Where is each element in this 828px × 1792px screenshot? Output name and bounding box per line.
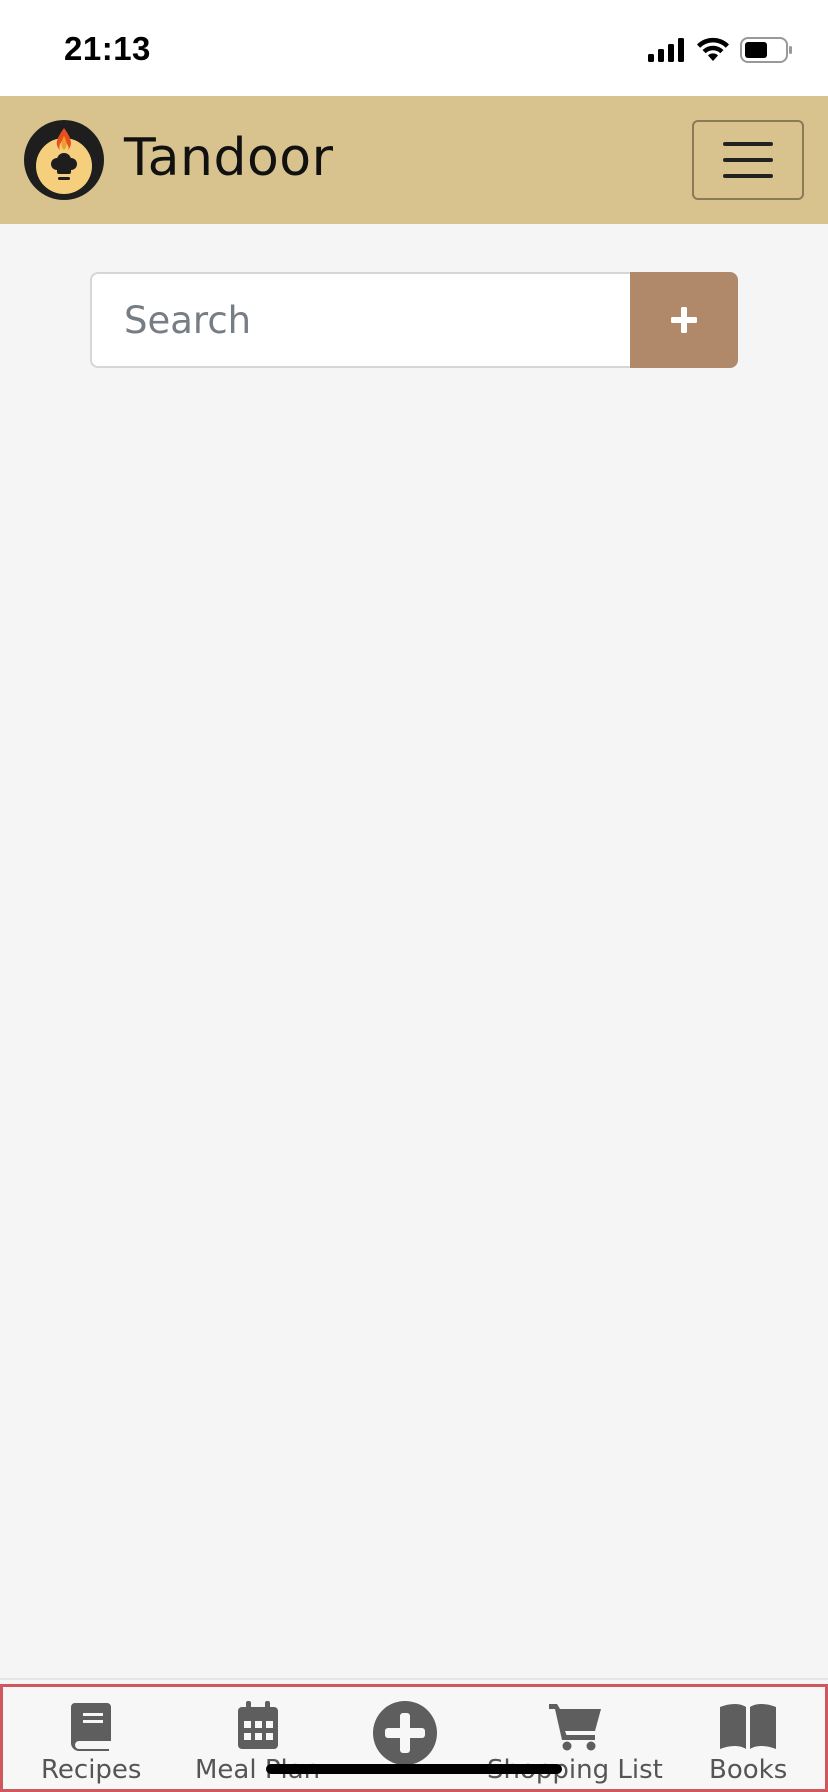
status-time: 21:13	[64, 30, 151, 67]
hamburger-icon-bar	[723, 158, 773, 162]
bottom-divider	[0, 1678, 828, 1680]
home-indicator	[266, 1764, 562, 1774]
nav-item-recipes[interactable]: Recipes	[41, 1701, 141, 1785]
add-recipe-button[interactable]	[630, 272, 738, 368]
nav-label-books: Books	[709, 1755, 788, 1785]
hamburger-menu-button[interactable]	[692, 120, 804, 200]
hamburger-icon-bar	[723, 174, 773, 178]
wifi-icon	[697, 37, 729, 61]
nav-item-books[interactable]: Books	[709, 1701, 787, 1785]
hamburger-icon	[723, 142, 773, 146]
brand-name[interactable]: Tandoor	[124, 128, 334, 188]
plus-icon	[671, 307, 697, 333]
nav-label-recipes: Recipes	[41, 1755, 142, 1785]
book-icon	[71, 1703, 112, 1751]
cart-icon	[548, 1704, 601, 1751]
open-book-icon	[720, 1704, 777, 1749]
tandoor-logo-icon[interactable]	[24, 120, 104, 200]
search-input[interactable]	[90, 272, 630, 368]
battery-icon	[740, 37, 792, 63]
cellular-signal-icon	[648, 38, 684, 62]
status-icons	[648, 36, 794, 64]
search-group	[90, 272, 738, 368]
status-bar: 21:13	[0, 0, 828, 96]
bottom-navigation: Recipes Meal Plan Shopping List Books	[0, 1684, 828, 1792]
plus-circle-icon	[373, 1701, 437, 1765]
top-navbar: Tandoor	[0, 96, 828, 224]
calendar-icon	[237, 1701, 278, 1749]
nav-item-add[interactable]	[373, 1701, 437, 1765]
app-page: 21:13 Tandoor Search Recipes Meal Plan S…	[0, 0, 828, 1792]
